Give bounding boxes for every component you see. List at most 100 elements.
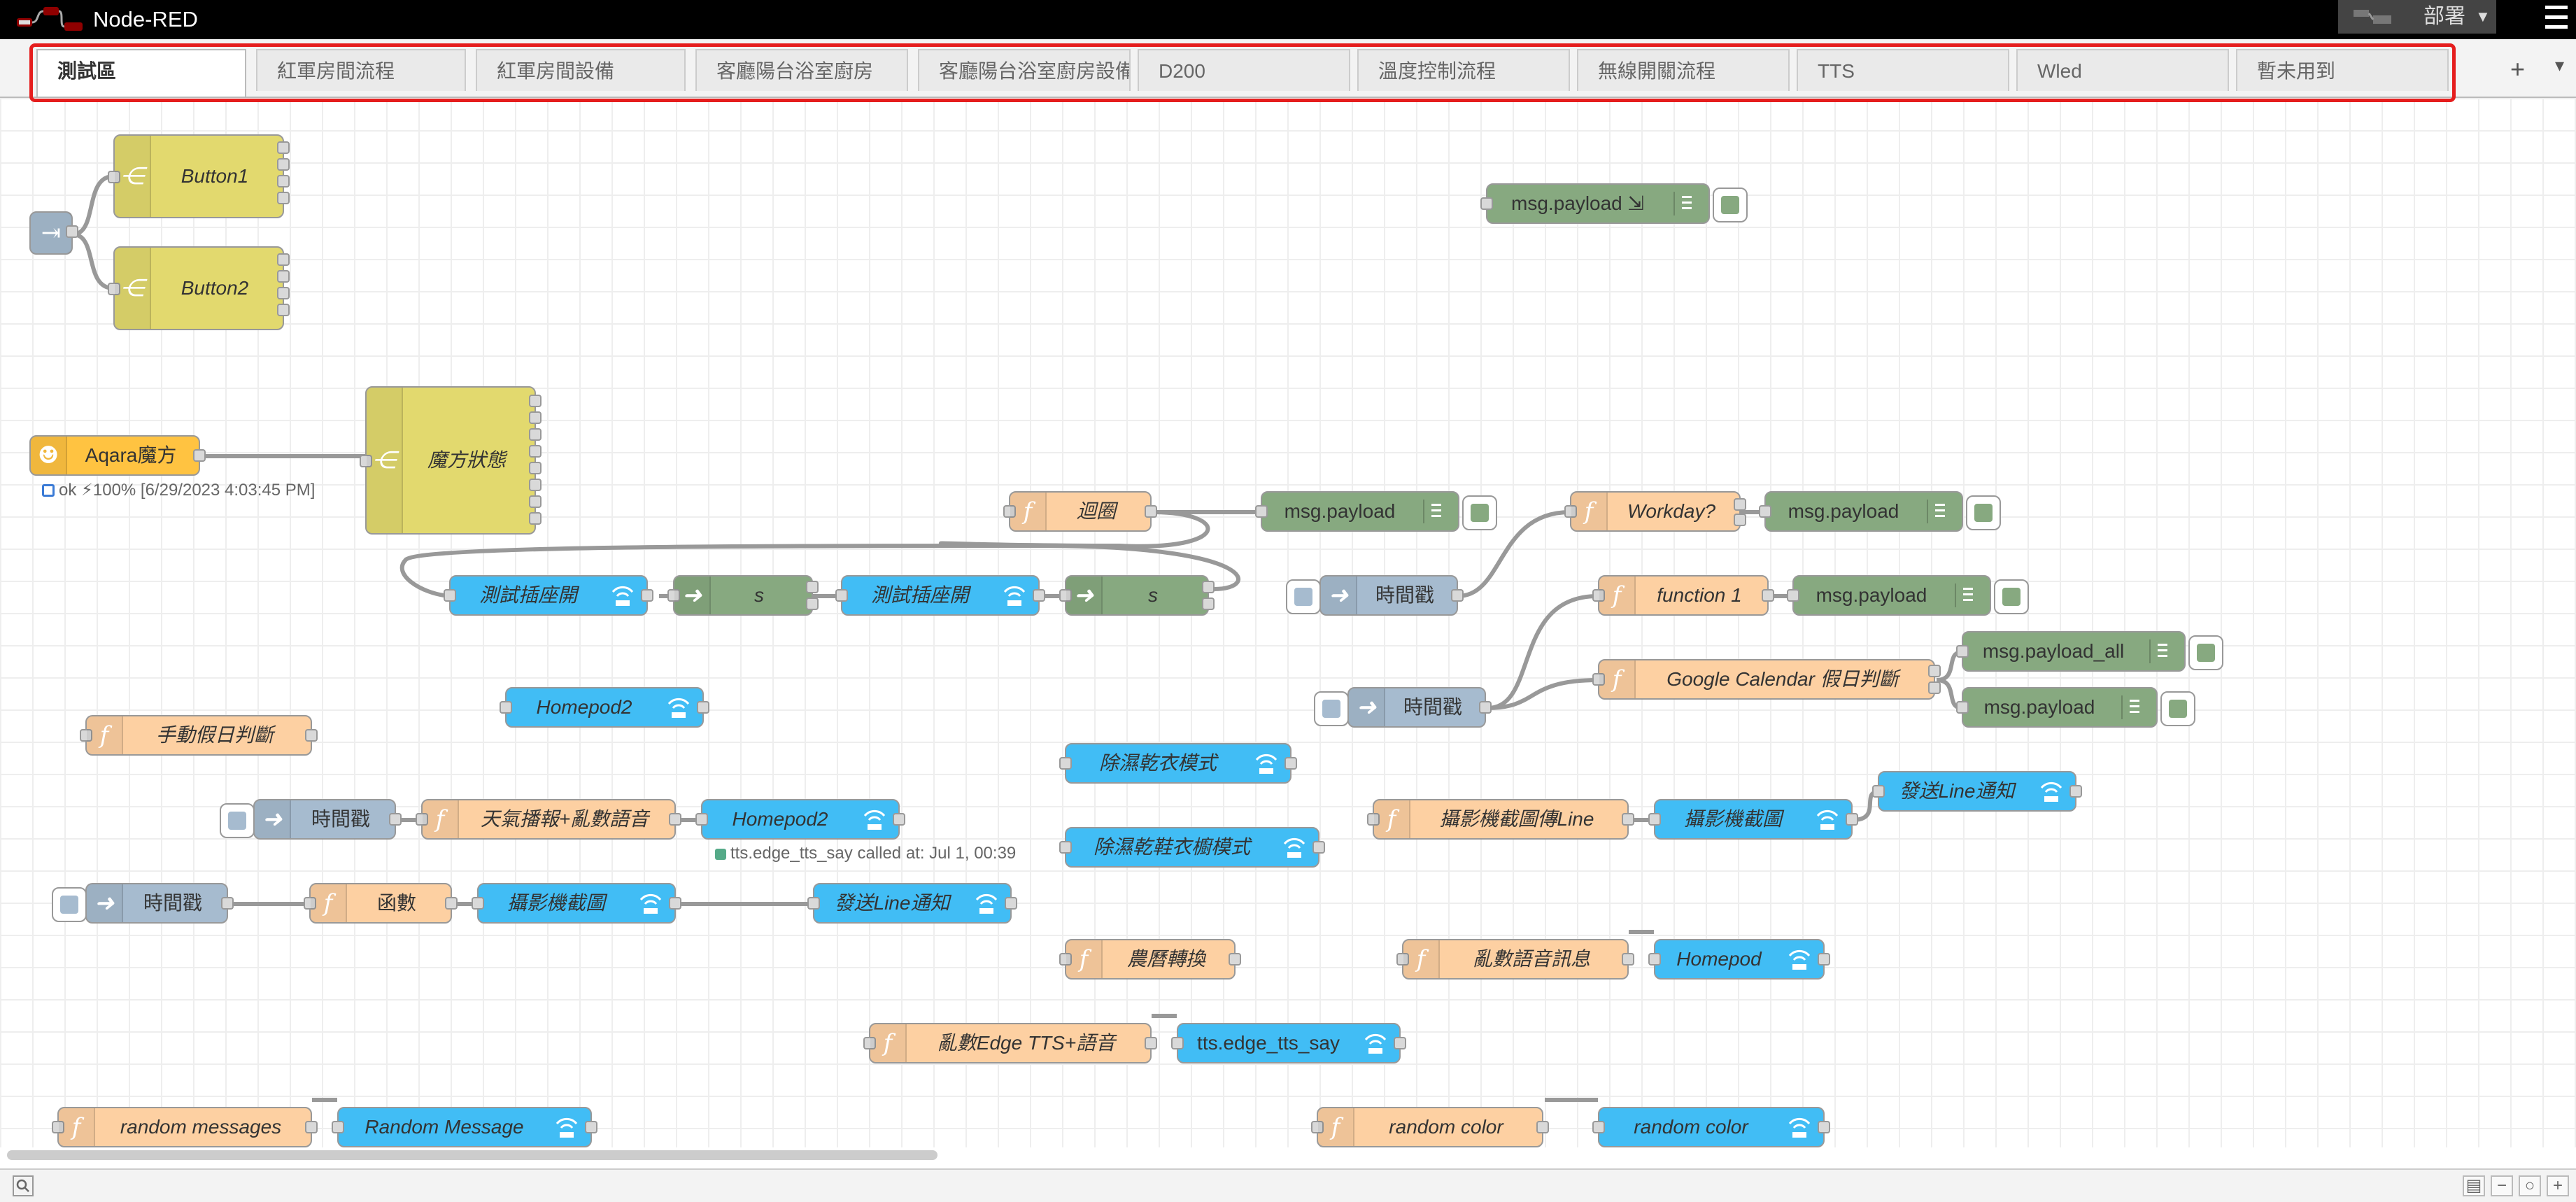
output-port[interactable] <box>1762 589 1774 602</box>
inject-node-timestamp-2[interactable]: ➜ 時間戳 <box>1314 687 1492 728</box>
input-port[interactable] <box>444 589 456 602</box>
output-port[interactable] <box>1622 953 1634 966</box>
input-port[interactable] <box>1787 589 1799 602</box>
input-port[interactable] <box>1480 197 1493 210</box>
zoom-in-button[interactable]: + <box>2547 1175 2569 1196</box>
input-port[interactable] <box>1592 1121 1605 1133</box>
function-node-workday[interactable]: f Workday? <box>1564 491 1746 532</box>
output-port[interactable] <box>445 897 458 910</box>
function-node-random-edge-tts[interactable]: f 亂數Edge TTS+語音 <box>863 1023 1157 1063</box>
debug-node-msg-payload-workday[interactable]: msg.payload <box>1759 491 2001 532</box>
output-port[interactable] <box>1229 953 1241 966</box>
output-port[interactable] <box>277 270 290 283</box>
output-port[interactable] <box>277 304 290 316</box>
output-port[interactable] <box>277 175 290 188</box>
ha-node-homepod2-b[interactable]: Homepod2 <box>695 799 905 840</box>
output-port[interactable] <box>697 701 709 714</box>
output-port[interactable] <box>1202 581 1215 593</box>
output-port[interactable] <box>585 1121 597 1133</box>
output-port[interactable] <box>66 225 78 238</box>
input-port[interactable] <box>1255 505 1268 518</box>
ha-node-tts-edge-say[interactable]: tts.edge_tts_say <box>1171 1023 1406 1063</box>
tab-temperature-flow[interactable]: 溫度控制流程 <box>1357 49 1570 91</box>
output-port[interactable] <box>669 897 681 910</box>
output-port[interactable] <box>529 411 542 424</box>
flow-canvas[interactable]: ⇥ ⋲ Button1 ⋲ Button2 msg.payload ⇲ ☻ Aq… <box>0 98 2576 1147</box>
output-port[interactable] <box>277 141 290 154</box>
output-port[interactable] <box>1451 589 1464 602</box>
ha-node-camera-snapshot-b[interactable]: 攝影機截圖 <box>472 883 681 924</box>
output-port[interactable] <box>1734 498 1746 511</box>
input-port[interactable] <box>1648 953 1661 966</box>
function-node-gcal-holiday[interactable]: f Google Calendar 假日判斷 <box>1592 659 1941 700</box>
output-port[interactable] <box>305 1121 318 1133</box>
output-port[interactable] <box>1312 841 1325 854</box>
output-port[interactable] <box>529 512 542 525</box>
input-port[interactable] <box>1956 701 1969 714</box>
output-port[interactable] <box>277 287 290 299</box>
inject-node-timestamp-3[interactable]: ➜ 時間戳 <box>220 799 402 840</box>
output-port[interactable] <box>1818 1121 1830 1133</box>
function-node-loop[interactable]: f 迴圈 <box>1003 491 1157 532</box>
function-node-lunar[interactable]: f 農曆轉換 <box>1059 939 1241 980</box>
switch-node-cube-state[interactable]: ⋲ 魔方狀態 <box>360 386 542 535</box>
output-port[interactable] <box>1846 813 1858 826</box>
switch-node-button1[interactable]: ⋲ Button1 <box>108 134 290 218</box>
change-node-s2[interactable]: ➜ s <box>1059 575 1215 616</box>
input-port[interactable] <box>500 701 512 714</box>
navigator-map-icon[interactable]: ▤ <box>2463 1175 2485 1196</box>
link-in-node[interactable]: ⇥ <box>29 211 78 255</box>
output-port[interactable] <box>1145 1037 1157 1049</box>
output-port[interactable] <box>277 158 290 171</box>
function-node-random-color[interactable]: f random color <box>1311 1107 1549 1147</box>
ha-node-camera-snapshot-a[interactable]: 攝影機截圖 <box>1648 799 1858 840</box>
input-port[interactable] <box>695 813 708 826</box>
input-port[interactable] <box>472 897 484 910</box>
output-port[interactable] <box>529 479 542 491</box>
function-node-random-messages[interactable]: f random messages <box>52 1107 318 1147</box>
output-port[interactable] <box>1928 681 1941 694</box>
tab-d200[interactable]: D200 <box>1138 49 1350 91</box>
function-node-function1[interactable]: f function 1 <box>1592 575 1774 616</box>
input-port[interactable] <box>1872 785 1885 798</box>
output-port[interactable] <box>1928 665 1941 677</box>
tab-unused[interactable]: 暫未用到 <box>2236 49 2449 91</box>
ha-node-send-line-a[interactable]: 發送Line通知 <box>1872 771 2082 812</box>
switch-node-button2[interactable]: ⋲ Button2 <box>108 246 290 330</box>
output-port[interactable] <box>389 813 402 826</box>
horizontal-scrollbar[interactable] <box>7 1150 937 1160</box>
deploy-button[interactable]: 部署 ▼ <box>2338 0 2496 34</box>
output-port[interactable] <box>221 897 234 910</box>
tab-tts[interactable]: TTS <box>1797 49 2009 91</box>
output-port[interactable] <box>277 192 290 204</box>
ha-node-dehumid-clothes[interactable]: 除濕乾衣模式 <box>1059 743 1297 784</box>
debug-toggle-button[interactable] <box>2160 691 2195 726</box>
debug-node-msg-payload-gcal[interactable]: msg.payload <box>1956 687 2195 728</box>
aqara-cube-node[interactable]: ☻ Aqara魔方 <box>29 435 206 476</box>
function-node-camera-line[interactable]: f 攝影機截圖傳Line <box>1367 799 1634 840</box>
output-port[interactable] <box>1202 598 1215 610</box>
output-port[interactable] <box>2069 785 2082 798</box>
tab-wireless-switch-flow[interactable]: 無線開關流程 <box>1577 49 1790 91</box>
output-port[interactable] <box>806 581 819 593</box>
output-port[interactable] <box>1622 813 1634 826</box>
add-tab-plus-icon[interactable]: + <box>2510 55 2525 84</box>
input-port[interactable] <box>1956 645 1969 658</box>
input-port[interactable] <box>807 897 820 910</box>
change-node-s1[interactable]: ➜ s <box>667 575 819 616</box>
ha-node-homepod[interactable]: Homepod <box>1648 939 1830 980</box>
output-port[interactable] <box>529 445 542 458</box>
tab-wled[interactable]: Wled <box>2016 49 2229 91</box>
debug-node-msg-payload-all[interactable]: msg.payload_all <box>1956 631 2223 672</box>
ha-node-test-plug-2[interactable]: 測試插座開 <box>835 575 1045 616</box>
input-port[interactable] <box>1759 505 1771 518</box>
function-node-random-voice[interactable]: f 亂數語音訊息 <box>1396 939 1634 980</box>
output-port[interactable] <box>806 598 819 610</box>
input-port[interactable] <box>1059 841 1072 854</box>
output-port[interactable] <box>641 589 653 602</box>
input-port[interactable] <box>1648 813 1661 826</box>
main-menu-hamburger-icon[interactable] <box>2542 4 2570 32</box>
inject-trigger-button[interactable] <box>52 887 87 922</box>
output-port[interactable] <box>305 729 318 742</box>
function-node-weather-tts[interactable]: f 天氣播報+亂數語音 <box>416 799 681 840</box>
